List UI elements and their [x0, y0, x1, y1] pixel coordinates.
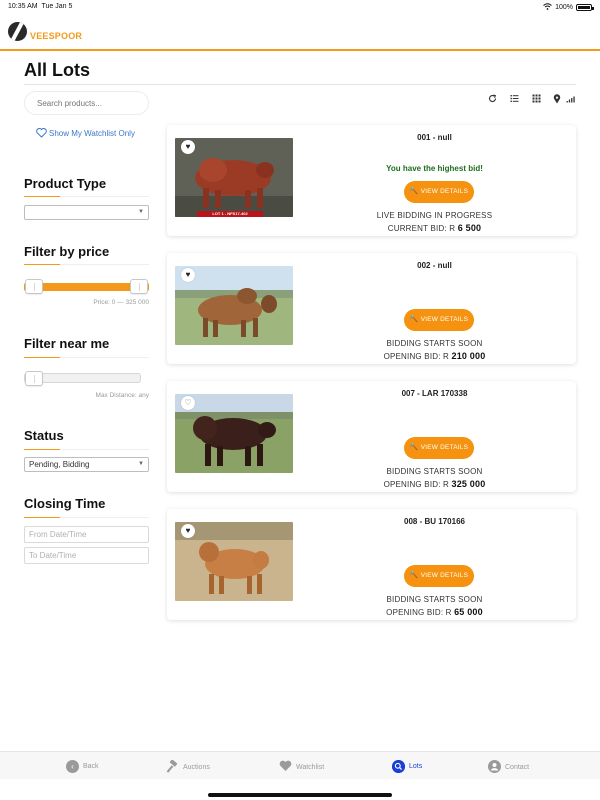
- favourite-heart-icon[interactable]: ♥: [181, 268, 195, 282]
- status-select-value: Pending, Bidding: [29, 460, 90, 469]
- brand-name[interactable]: VEESPOOR: [30, 31, 82, 41]
- brand-logo[interactable]: [8, 22, 27, 41]
- refresh-icon[interactable]: [487, 94, 497, 104]
- tab-watchlist[interactable]: Watchlist: [279, 760, 324, 774]
- watchlist-toggle-link[interactable]: Show My Watchlist Only: [36, 128, 156, 142]
- tab-label: Watchlist: [296, 763, 325, 771]
- wifi-icon: [543, 3, 552, 12]
- lot-banner: LOT 1 - NFS17-402: [197, 211, 263, 217]
- heart-icon: [279, 760, 292, 774]
- battery-percent: 100%: [555, 4, 573, 11]
- tab-contact[interactable]: Contact: [488, 760, 529, 775]
- lot-bid: OPENING BID: R 210 000: [383, 351, 486, 361]
- lot-bid: OPENING BID: R 65 000: [386, 607, 483, 617]
- watchlist-link-label: Show My Watchlist Only: [49, 129, 135, 138]
- location-icon[interactable]: [552, 94, 562, 104]
- product-type-title: Product Type: [24, 176, 107, 191]
- status-bar: 10:35 AM Tue Jan 5 100%: [0, 0, 600, 14]
- divider: [24, 84, 576, 85]
- lot-card[interactable]: ♥ 002 - null 🔨 VIEW DETAILS BIDDING START…: [167, 253, 576, 364]
- tab-label: Lots: [409, 763, 423, 770]
- section-divider: [24, 449, 149, 450]
- status-right: 100%: [543, 3, 594, 12]
- gavel-icon: 🔨: [409, 572, 419, 579]
- lot-title: 007 - LAR 170338: [401, 389, 468, 398]
- signal-icon[interactable]: [566, 94, 576, 104]
- view-details-button[interactable]: 🔨 VIEW DETAILS: [404, 309, 474, 331]
- section-divider: [24, 264, 149, 265]
- gavel-icon: [165, 759, 179, 775]
- tab-label: Auctions: [183, 764, 210, 771]
- bottom-tab-bar: ‹ Back Auctions Watchlist Lots Contact: [0, 751, 600, 779]
- status-filter-title: Status: [24, 428, 64, 443]
- favourite-heart-outline-icon[interactable]: ♡: [181, 396, 195, 410]
- from-date-input[interactable]: From Date/Time: [24, 526, 149, 543]
- lot-bid: OPENING BID: R 325 000: [383, 479, 486, 489]
- view-details-button[interactable]: 🔨 VIEW DETAILS: [404, 565, 474, 587]
- favourite-heart-icon[interactable]: ♥: [181, 524, 195, 538]
- tab-back[interactable]: ‹ Back: [66, 760, 99, 773]
- list-view-icon[interactable]: [509, 94, 519, 104]
- favourite-heart-icon[interactable]: ♥: [181, 140, 195, 154]
- search-icon: [392, 760, 405, 773]
- gavel-icon: 🔨: [409, 188, 419, 195]
- lot-status: BIDDING STARTS SOON: [386, 595, 483, 604]
- price-filter-title: Filter by price: [24, 244, 110, 259]
- section-divider: [24, 196, 149, 197]
- price-max-handle[interactable]: [130, 279, 148, 294]
- section-divider: [24, 517, 149, 518]
- back-icon: ‹: [66, 760, 79, 773]
- chevron-down-icon: ▼: [138, 209, 144, 215]
- lot-status: BIDDING STARTS SOON: [386, 339, 483, 348]
- tab-lots[interactable]: Lots: [392, 760, 422, 773]
- person-icon: [488, 760, 501, 775]
- lot-status: BIDDING STARTS SOON: [386, 467, 483, 476]
- price-range-hint: Price: 0 — 325 000: [93, 299, 149, 306]
- gavel-icon: 🔨: [409, 316, 419, 323]
- near-me-title: Filter near me: [24, 336, 110, 351]
- page-title: All Lots: [24, 60, 90, 80]
- app-header: VEESPOOR: [0, 14, 600, 51]
- lot-card[interactable]: ♥ 008 - BU 170166 🔨 VIEW DETAILS BIDDING …: [167, 509, 576, 620]
- chevron-down-icon: ▼: [138, 461, 144, 467]
- tab-auctions[interactable]: Auctions: [165, 759, 210, 775]
- status-time: 10:35 AM Tue Jan 5: [8, 3, 73, 10]
- section-divider: [24, 357, 149, 358]
- price-min-handle[interactable]: [25, 279, 43, 294]
- status-select[interactable]: Pending, Bidding ▼: [24, 457, 149, 472]
- tab-label: Back: [83, 763, 99, 770]
- lot-card[interactable]: LOT 1 - NFS17-402 ♥ 001 - null You have …: [167, 125, 576, 236]
- view-details-button[interactable]: 🔨 VIEW DETAILS: [404, 437, 474, 459]
- lot-status: LIVE BIDDING IN PROGRESS: [376, 211, 493, 220]
- lot-title: 008 - BU 170166: [404, 517, 465, 526]
- view-details-button[interactable]: 🔨 VIEW DETAILS: [404, 181, 474, 203]
- tab-label: Contact: [505, 764, 530, 771]
- product-type-select[interactable]: ▼: [24, 205, 149, 220]
- closing-time-title: Closing Time: [24, 496, 106, 511]
- battery-icon: [576, 4, 594, 11]
- heart-outline-icon: [36, 128, 47, 142]
- lot-title: 001 - null: [417, 133, 452, 142]
- to-date-input[interactable]: To Date/Time: [24, 547, 149, 564]
- search-input[interactable]: [24, 91, 149, 115]
- gavel-icon: 🔨: [409, 444, 419, 451]
- distance-slider-handle[interactable]: [25, 371, 43, 386]
- home-indicator[interactable]: [208, 793, 392, 797]
- distance-hint: Max Distance: any: [95, 392, 149, 399]
- highest-bid-message: You have the highest bid!: [386, 164, 483, 173]
- lot-title: 002 - null: [417, 261, 452, 270]
- lot-bid: CURRENT BID: R 6 500: [387, 223, 482, 233]
- lot-card[interactable]: ♡ 007 - LAR 170338 🔨 VIEW DETAILS BIDDING…: [167, 381, 576, 492]
- grid-view-icon[interactable]: [531, 94, 541, 104]
